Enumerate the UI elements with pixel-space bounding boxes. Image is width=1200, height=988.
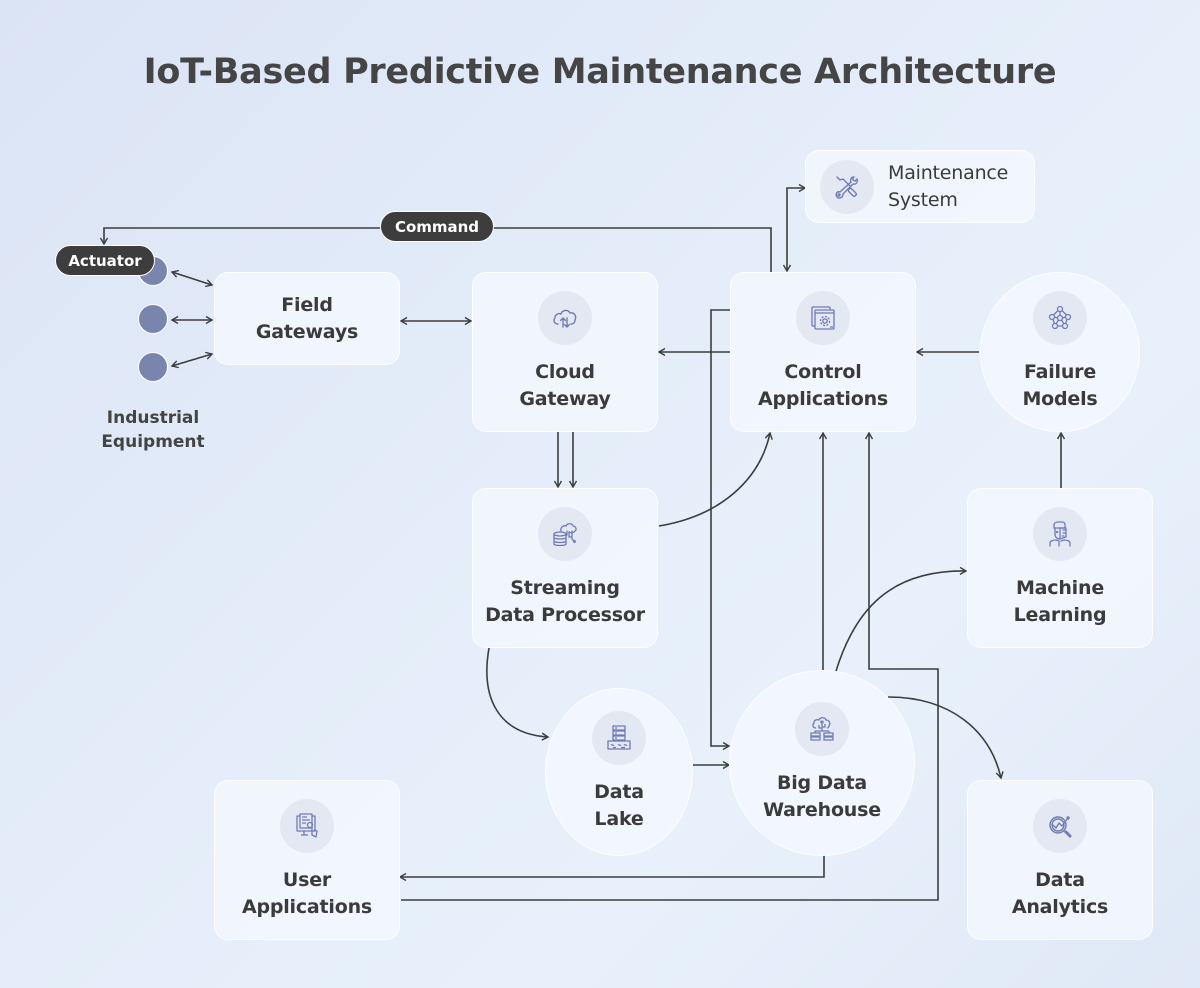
connector-warehouse-ml bbox=[835, 571, 966, 672]
user-applications-label: User Applications bbox=[241, 869, 373, 918]
connector-control-maintenance bbox=[787, 188, 805, 271]
data-lake-node[interactable]: Data Lake bbox=[545, 688, 693, 856]
connector-streaming-lake bbox=[486, 647, 548, 737]
maintenance-system-label: Maintenance System bbox=[888, 161, 1009, 211]
field-gateways-node[interactable]: Field Gateways bbox=[214, 272, 400, 365]
cloud-servers-icon bbox=[810, 717, 834, 741]
equipment-node-2[interactable] bbox=[138, 304, 168, 334]
big-data-warehouse-icon-badge bbox=[795, 702, 849, 756]
user-applications-icon-badge bbox=[280, 799, 334, 853]
connector-equipment1-field bbox=[172, 272, 212, 285]
robot-human-icon bbox=[1049, 521, 1071, 547]
cloud-gateway-label: Cloud Gateway bbox=[519, 361, 611, 410]
maintenance-system-icon-badge bbox=[820, 159, 874, 214]
control-applications-label: Control Applications bbox=[757, 361, 889, 410]
command-pill[interactable]: Command bbox=[380, 211, 494, 242]
connector-streaming-control bbox=[658, 433, 770, 527]
big-data-warehouse-label: Big Data Warehouse bbox=[763, 772, 881, 821]
window-gear-icon bbox=[811, 306, 835, 330]
cloud-gateway-node[interactable]: Cloud Gateway bbox=[472, 272, 658, 432]
machine-learning-label: Machine Learning bbox=[1013, 577, 1107, 626]
streaming-data-processor-label: Streaming Data Processor bbox=[485, 577, 645, 626]
database-brain-icon bbox=[553, 523, 577, 547]
user-applications-node[interactable]: User Applications bbox=[214, 780, 400, 940]
failure-models-label: Failure Models bbox=[1022, 361, 1098, 410]
wrench-screwdriver-icon bbox=[835, 175, 858, 199]
data-analytics-label: Data Analytics bbox=[1011, 869, 1109, 918]
server-lake-icon bbox=[607, 725, 631, 750]
cloud-upload-download-icon bbox=[553, 309, 577, 328]
data-lake-label: Data Lake bbox=[594, 781, 644, 830]
connector-control-warehouse bbox=[710, 309, 730, 746]
data-analytics-icon-badge bbox=[1033, 799, 1087, 853]
machine-learning-node[interactable]: Machine Learning bbox=[967, 488, 1153, 648]
equipment-node-3[interactable] bbox=[138, 352, 168, 382]
failure-models-icon-badge bbox=[1033, 291, 1087, 345]
actuator-pill[interactable]: Actuator bbox=[55, 245, 155, 276]
data-analytics-node[interactable]: Data Analytics bbox=[967, 780, 1153, 940]
streaming-data-processor-node[interactable]: Streaming Data Processor bbox=[472, 488, 658, 648]
field-gateways-label: Field Gateways bbox=[255, 293, 359, 343]
failure-models-node[interactable]: Failure Models bbox=[980, 272, 1140, 432]
network-nodes-icon bbox=[1048, 305, 1072, 330]
control-applications-icon-badge bbox=[796, 291, 850, 345]
data-lake-icon-badge bbox=[592, 711, 646, 765]
streaming-data-processor-icon-badge bbox=[538, 507, 592, 561]
cloud-gateway-icon-badge bbox=[538, 291, 592, 345]
big-data-warehouse-node[interactable]: Big Data Warehouse bbox=[729, 670, 915, 856]
machine-learning-icon-badge bbox=[1033, 507, 1087, 561]
connector-warehouse-userapps bbox=[400, 855, 825, 877]
maintenance-system-node[interactable]: Maintenance System bbox=[805, 150, 1035, 223]
magnifier-chart-icon bbox=[1049, 816, 1072, 838]
connector-equipment3-field bbox=[172, 354, 212, 366]
monitor-document-icon bbox=[296, 813, 318, 838]
control-applications-node[interactable]: Control Applications bbox=[730, 272, 916, 432]
